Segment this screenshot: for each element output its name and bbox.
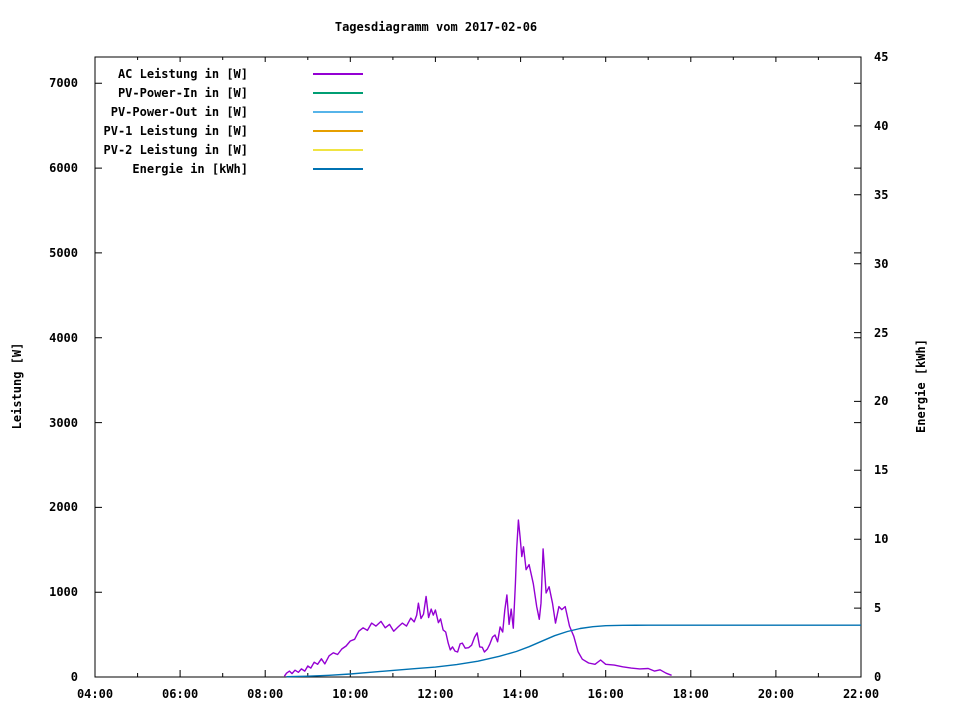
y2-tick-label: 10 (874, 532, 889, 547)
y1-tick-label: 4000 (49, 330, 78, 345)
legend-line-sample (313, 73, 363, 75)
legend-label: PV-Power-Out in [W] (110, 105, 248, 119)
y2-tick-label: 20 (874, 394, 889, 409)
y2-tick-label: 5 (874, 601, 882, 616)
legend-label: AC Leistung in [W] (117, 67, 248, 81)
series-line (286, 624, 861, 678)
x-tick-label: 04:00 (76, 687, 114, 701)
y1-tick-label: 7000 (49, 76, 78, 91)
y2-tick-label: 15 (874, 463, 889, 478)
x-tick-label: 18:00 (672, 687, 709, 701)
y1-tick-label: 3000 (49, 415, 78, 430)
y2-tick-label: 40 (874, 118, 889, 133)
x-tick-label: 10:00 (332, 687, 369, 701)
y2-tick-label: 45 (874, 50, 889, 64)
legend-label: Energie in [kWh] (132, 162, 248, 176)
legend-line-sample (313, 130, 363, 132)
legend-item: Energie in [kWh] (80, 160, 363, 179)
x-tick-label: 22:00 (842, 687, 880, 701)
legend-line-sample (313, 168, 363, 170)
y1-tick-label: 1000 (49, 585, 78, 600)
y1-tick-label: 6000 (49, 161, 78, 176)
legend-item: PV-Power-In in [W] (80, 84, 363, 103)
x-tick-label: 08:00 (247, 687, 284, 701)
x-tick-label: 12:00 (417, 687, 454, 701)
legend-item: PV-1 Leistung in [W] (80, 122, 363, 141)
x-tick-label: 16:00 (587, 687, 624, 701)
y1-tick-label: 0 (70, 670, 78, 684)
legend-line-sample (313, 92, 363, 94)
y1-tick-label: 5000 (49, 245, 78, 260)
y2-tick-label: 35 (874, 187, 889, 202)
y2-tick-label: 0 (874, 670, 882, 684)
legend-line-sample (313, 111, 363, 113)
x-tick-label: 20:00 (757, 687, 794, 701)
legend-label: PV-1 Leistung in [W] (103, 124, 249, 138)
x-tick-label: 06:00 (162, 687, 199, 701)
series-line (283, 519, 672, 677)
y2-tick-label: 30 (874, 256, 889, 271)
y2-tick-label: 25 (874, 325, 889, 340)
legend-label: PV-Power-In in [W] (117, 86, 248, 100)
legend-item: AC Leistung in [W] (80, 65, 363, 84)
y1-tick-label: 2000 (49, 500, 78, 515)
legend-label: PV-2 Leistung in [W] (103, 143, 249, 157)
legend-item: PV-Power-Out in [W] (80, 103, 363, 122)
gnuplot-day-diagram: Tagesdiagramm vom 2017-02-06 Leistung [W… (0, 0, 960, 720)
x-tick-label: 14:00 (502, 687, 539, 701)
legend-line-sample (313, 149, 363, 151)
legend-item: PV-2 Leistung in [W] (80, 141, 363, 160)
